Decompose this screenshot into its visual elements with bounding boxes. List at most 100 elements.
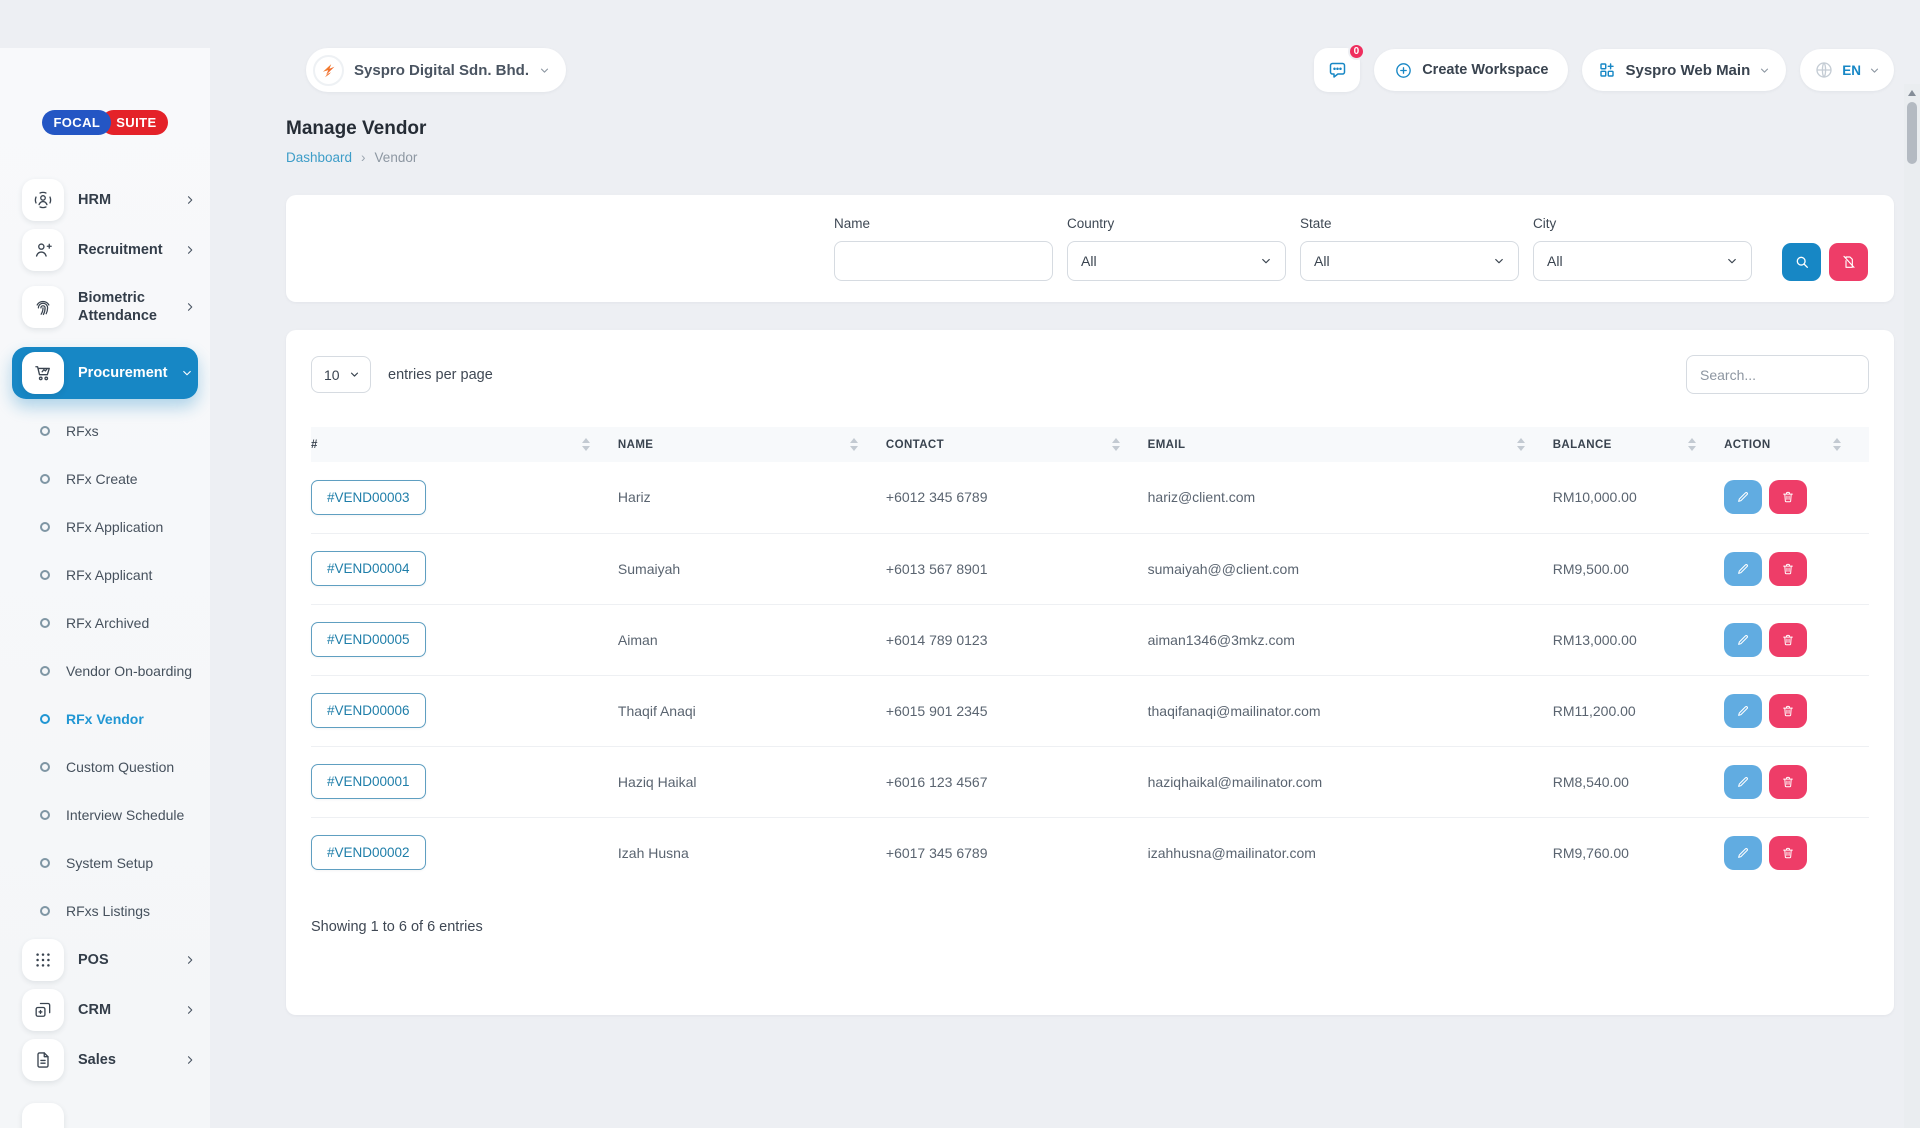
sidebar-item-biometric-attendance[interactable]: Biometric Attendance bbox=[0, 275, 210, 339]
column-header-index[interactable]: # bbox=[311, 427, 618, 462]
column-header-contact[interactable]: CONTACT bbox=[886, 427, 1148, 462]
create-workspace-button[interactable]: Create Workspace bbox=[1374, 49, 1568, 91]
shopping-cart-icon bbox=[22, 352, 64, 394]
pencil-icon bbox=[1736, 775, 1750, 789]
dots-grid-icon bbox=[22, 939, 64, 981]
edit-button[interactable] bbox=[1724, 836, 1762, 870]
sidebar-subitem-custom-question[interactable]: Custom Question bbox=[0, 743, 210, 791]
name-filter-input[interactable] bbox=[834, 241, 1053, 281]
document-icon bbox=[22, 1039, 64, 1081]
sidebar-subitem-rfx-application[interactable]: RFx Application bbox=[0, 503, 210, 551]
clear-filter-button[interactable] bbox=[1829, 243, 1868, 281]
sidebar-item-crm[interactable]: CRM bbox=[0, 985, 210, 1035]
vendor-name: Hariz bbox=[618, 462, 886, 533]
sidebar-subitem-rfx-create[interactable]: RFx Create bbox=[0, 455, 210, 503]
vendor-id-badge[interactable]: #VEND00003 bbox=[311, 480, 426, 515]
edit-button[interactable] bbox=[1724, 480, 1762, 514]
vendor-id-badge[interactable]: #VEND00006 bbox=[311, 693, 426, 728]
scroll-up-icon[interactable] bbox=[1908, 90, 1916, 96]
edit-button[interactable] bbox=[1724, 765, 1762, 799]
column-header-balance[interactable]: BALANCE bbox=[1553, 427, 1724, 462]
sidebar-item-sales[interactable]: Sales bbox=[0, 1035, 210, 1085]
table-row: #VEND00003 Hariz +6012 345 6789 hariz@cl… bbox=[311, 462, 1869, 533]
language-selector[interactable]: EN bbox=[1800, 49, 1894, 91]
vendor-balance: RM10,000.00 bbox=[1553, 462, 1724, 533]
focal-suite-logo[interactable]: FOCAL SUITE bbox=[42, 110, 167, 135]
column-header-action[interactable]: ACTION bbox=[1724, 427, 1869, 462]
table-row: #VEND00004 Sumaiyah +6013 567 8901 sumai… bbox=[311, 533, 1869, 604]
sidebar-item-recruitment[interactable]: Recruitment bbox=[0, 225, 210, 275]
sidebar-subitem-label: RFx Archived bbox=[66, 615, 149, 631]
sidebar-subitem-label: Custom Question bbox=[66, 759, 174, 775]
delete-button[interactable] bbox=[1769, 552, 1807, 586]
sidebar-subitem-rfxs-listings[interactable]: RFxs Listings bbox=[0, 887, 210, 935]
vendor-email: hariz@client.com bbox=[1148, 462, 1553, 533]
filter-card: Name Country All State All bbox=[286, 195, 1894, 302]
vendor-name: Sumaiyah bbox=[618, 533, 886, 604]
logo-suite: SUITE bbox=[101, 110, 167, 135]
delete-button[interactable] bbox=[1769, 694, 1807, 728]
sidebar-item-procurement[interactable]: Procurement bbox=[12, 347, 198, 399]
sidebar-item-label: Procurement bbox=[78, 364, 167, 382]
sidebar-subitem-rfx-applicant[interactable]: RFx Applicant bbox=[0, 551, 210, 599]
vendor-id-badge[interactable]: #VEND00002 bbox=[311, 835, 426, 870]
delete-button[interactable] bbox=[1769, 623, 1807, 657]
sidebar-item-pos[interactable]: POS bbox=[0, 935, 210, 985]
row-actions bbox=[1724, 694, 1869, 728]
bullet-icon bbox=[40, 522, 50, 532]
sidebar-subitem-rfxs[interactable]: RFxs bbox=[0, 407, 210, 455]
sidebar-subitem-label: RFx Create bbox=[66, 471, 138, 487]
sidebar-subitem-rfx-archived[interactable]: RFx Archived bbox=[0, 599, 210, 647]
sidebar-subitem-vendor-onboarding[interactable]: Vendor On-boarding bbox=[0, 647, 210, 695]
entries-per-page-value: 10 bbox=[324, 367, 340, 383]
city-select[interactable]: All bbox=[1533, 241, 1752, 281]
company-selector[interactable]: Syspro Digital Sdn. Bhd. bbox=[306, 48, 566, 92]
column-header-email[interactable]: EMAIL bbox=[1148, 427, 1553, 462]
trash-icon bbox=[1781, 633, 1795, 647]
sidebar-item-hrm[interactable]: HRM bbox=[0, 175, 210, 225]
topbar-right: 0 Create Workspace Syspro Web Main bbox=[1314, 48, 1894, 92]
delete-button[interactable] bbox=[1769, 765, 1807, 799]
edit-button[interactable] bbox=[1724, 694, 1762, 728]
table-search-input[interactable] bbox=[1686, 355, 1869, 394]
pencil-icon bbox=[1736, 633, 1750, 647]
entries-per-page-label: entries per page bbox=[388, 367, 493, 383]
vendor-balance: RM9,500.00 bbox=[1553, 533, 1724, 604]
page-scrollbar-thumb[interactable] bbox=[1907, 102, 1917, 164]
chevron-right-icon bbox=[184, 244, 196, 256]
chat-button[interactable]: 0 bbox=[1314, 48, 1360, 92]
table-row: #VEND00005 Aiman +6014 789 0123 aiman134… bbox=[311, 604, 1869, 675]
vendor-contact: +6016 123 4567 bbox=[886, 746, 1148, 817]
vendor-id-badge[interactable]: #VEND00001 bbox=[311, 764, 426, 799]
row-actions bbox=[1724, 480, 1869, 514]
vendor-balance: RM8,540.00 bbox=[1553, 746, 1724, 817]
sidebar-item-partial[interactable] bbox=[22, 1103, 210, 1128]
sidebar-item-label: HRM bbox=[78, 191, 170, 209]
chevron-down-icon bbox=[1260, 255, 1272, 267]
chevron-down-icon bbox=[1726, 255, 1738, 267]
workspace-selector[interactable]: Syspro Web Main bbox=[1582, 49, 1786, 91]
delete-button[interactable] bbox=[1769, 480, 1807, 514]
entries-per-page-select[interactable]: 10 bbox=[311, 356, 371, 393]
sidebar-subitem-label: Interview Schedule bbox=[66, 807, 184, 823]
vendor-id-badge[interactable]: #VEND00004 bbox=[311, 551, 426, 586]
sidebar-subitem-system-setup[interactable]: System Setup bbox=[0, 839, 210, 887]
vendor-id-badge[interactable]: #VEND00005 bbox=[311, 622, 426, 657]
sidebar-subitem-interview-schedule[interactable]: Interview Schedule bbox=[0, 791, 210, 839]
state-select[interactable]: All bbox=[1300, 241, 1519, 281]
page-scrollbar-track[interactable] bbox=[1904, 84, 1920, 1128]
breadcrumb-dashboard-link[interactable]: Dashboard bbox=[286, 150, 352, 165]
pencil-icon bbox=[1736, 562, 1750, 576]
sidebar-subitem-rfx-vendor[interactable]: RFx Vendor bbox=[0, 695, 210, 743]
chevron-down-icon bbox=[1869, 65, 1880, 76]
country-select[interactable]: All bbox=[1067, 241, 1286, 281]
delete-button[interactable] bbox=[1769, 836, 1807, 870]
language-code: EN bbox=[1842, 63, 1861, 78]
vendor-email: thaqifanaqi@mailinator.com bbox=[1148, 675, 1553, 746]
sidebar-item-label: POS bbox=[78, 951, 170, 969]
search-filter-button[interactable] bbox=[1782, 243, 1821, 281]
vendor-name: Thaqif Anaqi bbox=[618, 675, 886, 746]
edit-button[interactable] bbox=[1724, 552, 1762, 586]
column-header-name[interactable]: NAME bbox=[618, 427, 886, 462]
edit-button[interactable] bbox=[1724, 623, 1762, 657]
